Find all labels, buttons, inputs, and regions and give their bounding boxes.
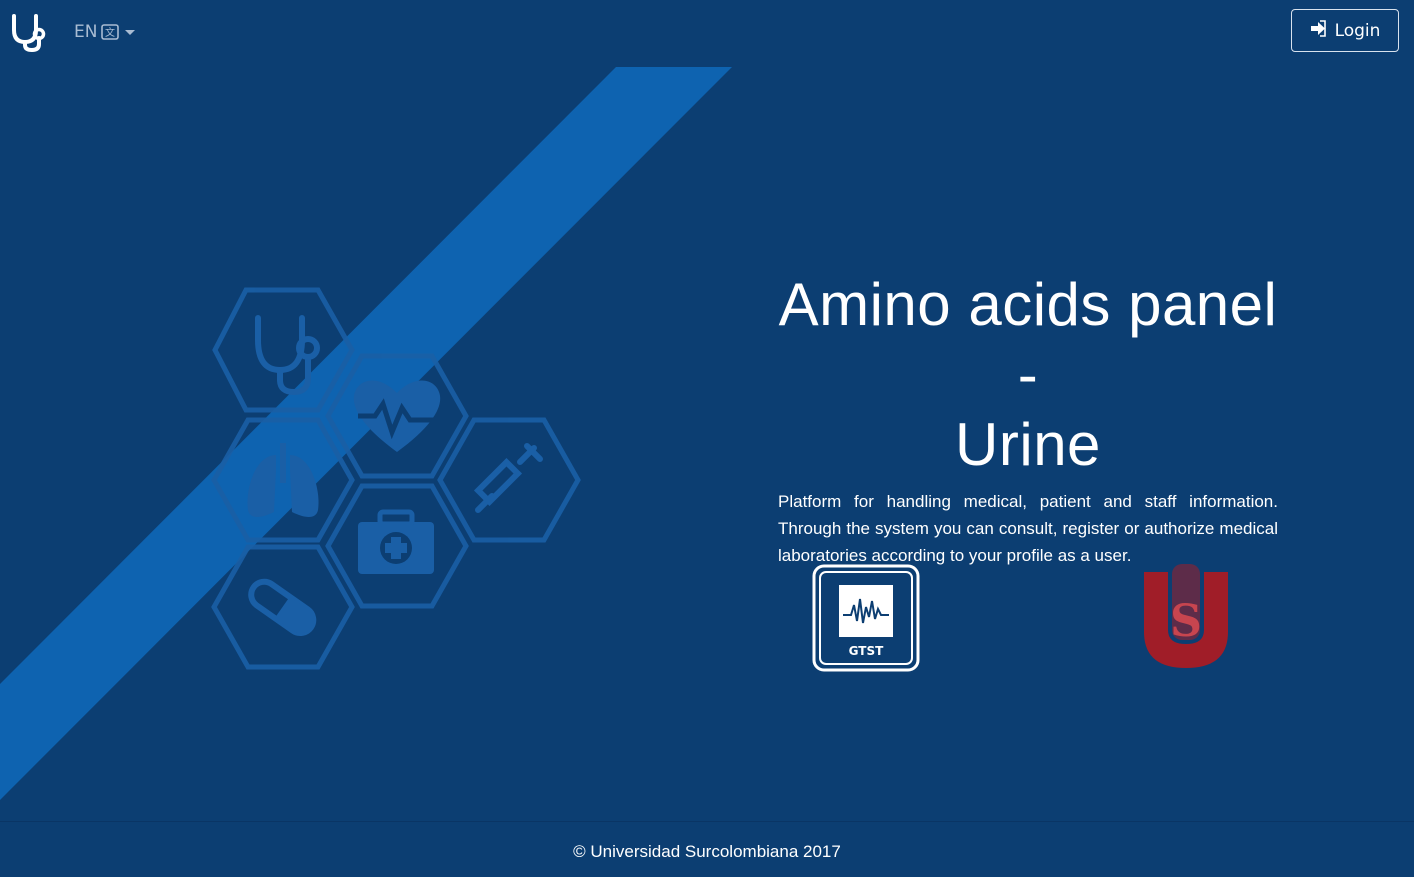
sign-in-icon (1310, 19, 1327, 42)
medkit-icon (358, 509, 434, 574)
translate-icon: 文 (101, 23, 120, 41)
title-line-1: Amino acids panel - (778, 271, 1278, 408)
title-line-2: Urine (955, 411, 1101, 478)
hexagon-medkit (325, 483, 469, 609)
hexagon-syringe (437, 417, 581, 543)
diagonal-band (0, 67, 732, 800)
chevron-down-icon (125, 29, 136, 35)
page-title: Amino acids panel - Urine (760, 270, 1296, 480)
hexagon-pill (211, 544, 355, 670)
hexagon-heart (325, 353, 469, 479)
lungs-icon (247, 443, 319, 517)
gtst-logo: GTST (812, 564, 920, 672)
footer-copyright: © Universidad Surcolombiana 2017 (573, 842, 841, 861)
usco-letter: S (1170, 596, 1202, 647)
stethoscope-icon[interactable] (8, 12, 48, 53)
top-navbar: EN 文 Login (0, 0, 1414, 64)
syringe-icon (473, 443, 543, 513)
hero-description: Platform for handling medical, patient a… (778, 492, 1278, 565)
footer-divider (0, 821, 1414, 822)
svg-text:文: 文 (105, 26, 115, 39)
stethoscope-icon (255, 315, 320, 396)
hexagon-lungs (211, 417, 355, 543)
login-button[interactable]: Login (1291, 9, 1399, 52)
heart-pulse-icon (353, 380, 441, 452)
usco-logo: S (1144, 564, 1228, 668)
hexagon-stethoscope (212, 287, 355, 413)
language-code: EN (74, 22, 98, 42)
pill-icon (248, 578, 317, 637)
login-label: Login (1334, 20, 1381, 41)
hero-section: Amino acids panel - Urine Platform for h… (760, 270, 1296, 569)
gtst-label: GTST (849, 644, 884, 658)
language-selector[interactable]: EN 文 (74, 20, 136, 44)
